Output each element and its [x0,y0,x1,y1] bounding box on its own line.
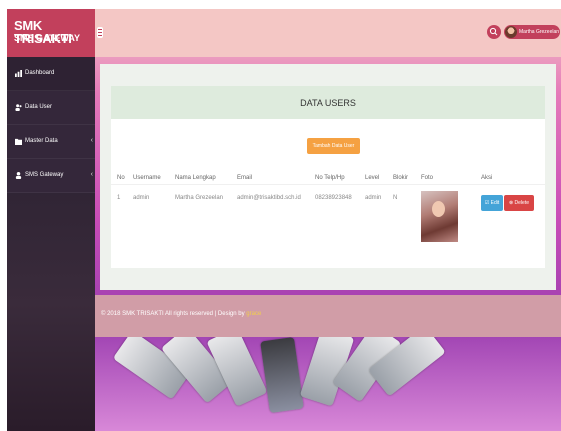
column-header: Username [133,175,161,181]
footer-text: © 2018 SMK TRISAKTI All rights reserved … [101,309,261,319]
footer: © 2018 SMK TRISAKTI All rights reserved … [95,295,561,337]
user-name: Martha Grezeelan [519,29,560,35]
cell-username: admin [127,184,169,255]
column-header: Foto [421,175,434,181]
sidebar: SMK TRISAKTI SMS GATEWAY Dashboard Data … [7,9,95,431]
delete-button[interactable]: ⊗ Delete [504,195,534,211]
add-user-button[interactable]: Tambah Data User [307,138,360,154]
chevron-left-icon: ‹ [90,171,93,178]
user-menu[interactable]: Martha Grezeelan [504,25,560,39]
search-button[interactable] [487,25,501,39]
sidebar-item-dashboard[interactable]: Dashboard [7,57,95,91]
brand-subtitle: SMS GATEWAY [14,33,81,43]
users-icon [15,104,22,111]
users-table: No Username Nama Lengkap Email No Telp/H… [111,172,545,255]
table-row: 1 admin Martha Grezeelan admin@trisaktib… [111,184,545,255]
menu-icon [98,35,102,36]
cell-blokir: N [387,184,415,255]
sidebar-item-label: Dashboard [25,70,55,76]
cell-aksi: ☑ Edit ⊗ Delete [475,184,545,255]
user-icon [15,172,22,179]
column-header: No Telp/Hp [315,175,345,181]
table-header-row: No Username Nama Lengkap Email No Telp/H… [111,172,545,185]
data-users-box: DATA USERS Tambah Data User No Username … [111,86,545,268]
sidebar-item-label: SMS Gateway [25,172,64,178]
search-icon [489,27,498,36]
copyright-text: © 2018 SMK TRISAKTI All rights reserved … [101,311,245,317]
sidebar-item-label: Data User [25,104,53,110]
sidebar-item-sms-gateway[interactable]: SMS Gateway ‹ [7,159,95,193]
cell-foto [415,184,475,255]
box-header: DATA USERS [111,86,545,119]
chevron-left-icon: ‹ [90,137,93,144]
sidebar-item-master-data[interactable]: Master Data ‹ [7,125,95,159]
user-photo [421,191,458,242]
cell-level: admin [359,184,387,255]
cell-no: 1 [111,184,127,255]
designer-link[interactable]: grace [246,311,261,317]
folder-icon [15,138,22,145]
sidebar-toggle-button[interactable] [97,27,103,38]
dashboard-icon [15,70,22,77]
column-header: Level [365,175,380,181]
cell-telp: 08238923848 [309,184,359,255]
sidebar-item-data-user[interactable]: Data User [7,91,95,125]
cell-nama-lengkap: Martha Grezeelan [169,184,231,255]
app-window: SMK TRISAKTI SMS GATEWAY Dashboard Data … [7,9,561,431]
column-header: Email [237,175,253,181]
top-navbar: Martha Grezeelan [95,9,561,57]
brand[interactable]: SMK TRISAKTI SMS GATEWAY [7,9,95,57]
avatar [505,26,517,38]
column-header: Blokir [393,175,409,181]
cell-email: admin@trisaktibd.sch.id [231,184,309,255]
page-title: DATA USERS [300,98,356,108]
phone-image [260,336,304,414]
menu-icon [98,32,102,33]
column-header: Nama Lengkap [175,175,216,181]
column-header: No [117,175,125,181]
menu-icon [98,29,102,30]
column-header: Aksi [481,175,493,181]
sidebar-menu: Dashboard Data User Master Data ‹ SMS Ga… [7,57,95,193]
content-panel: DATA USERS Tambah Data User No Username … [100,64,556,290]
edit-button[interactable]: ☑ Edit [481,195,503,211]
sidebar-item-label: Master Data [25,138,58,144]
